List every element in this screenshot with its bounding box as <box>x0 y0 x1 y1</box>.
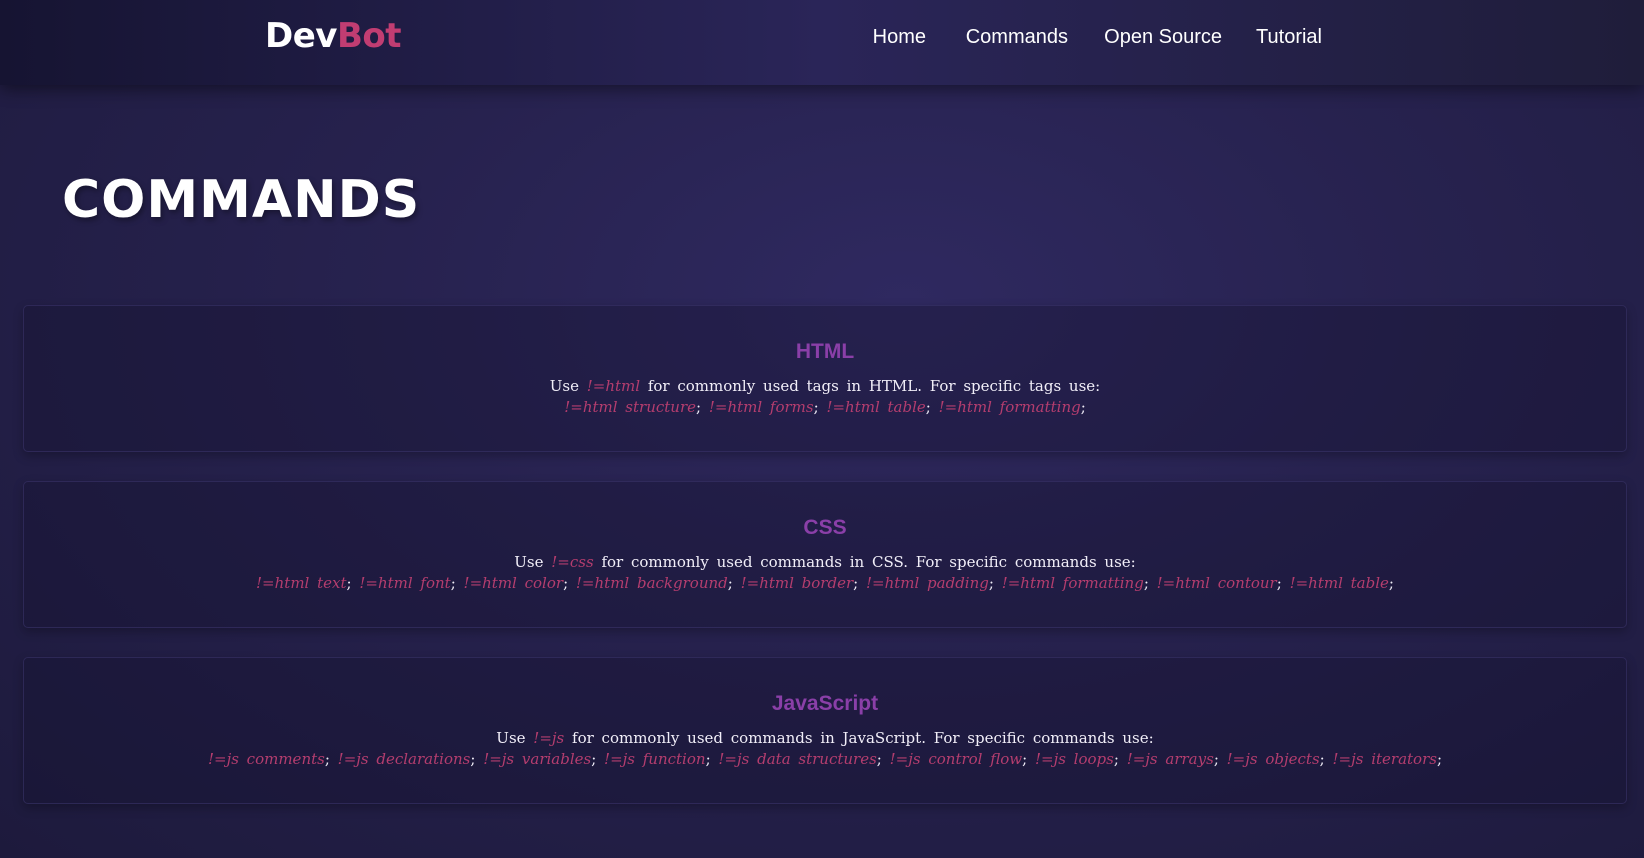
command-list: !=html text; !=html font; !=html color; … <box>24 573 1626 594</box>
nav-home-link[interactable]: Home <box>873 26 926 49</box>
command-separator: ; <box>1436 750 1443 768</box>
command-separator: ; <box>1213 750 1219 768</box>
section-title: JavaScript <box>771 692 879 715</box>
command-separator: ; <box>324 750 330 768</box>
command-item: !=html contour <box>1156 574 1277 592</box>
command-item: !=html padding <box>865 574 989 592</box>
command-item: !=js data structures <box>718 750 877 768</box>
command-separator: ; <box>1143 574 1149 592</box>
command-item: !=js comments <box>207 750 325 768</box>
command-item: !=js control flow <box>889 750 1023 768</box>
nav-commands-link[interactable]: Commands <box>966 26 1068 49</box>
command-separator: ; <box>876 750 882 768</box>
main-command: !=html <box>586 377 641 395</box>
command-separator: ; <box>1113 750 1119 768</box>
logo-bot: Bot <box>336 16 402 56</box>
command-separator: ; <box>727 574 733 592</box>
section-description: Use !=js for commonly used commands in J… <box>24 728 1626 749</box>
command-separator: ; <box>470 750 476 768</box>
logo[interactable]: DevBot <box>265 16 401 56</box>
command-separator: ; <box>346 574 352 592</box>
command-list: !=js comments; !=js declarations; !=js v… <box>24 749 1626 770</box>
command-item: !=html border <box>740 574 854 592</box>
css-section-card: CSS Use !=css for commonly used commands… <box>23 481 1627 628</box>
command-separator: ; <box>1080 398 1086 416</box>
command-item: !=html structure <box>564 398 696 416</box>
command-item: !=js declarations <box>337 750 471 768</box>
command-item: !=html text <box>256 574 347 592</box>
command-separator: ; <box>1276 574 1282 592</box>
command-separator: ; <box>1319 750 1325 768</box>
command-item: !=html table <box>826 398 926 416</box>
html-section-card: HTML Use !=html for commonly used tags i… <box>23 305 1627 452</box>
command-separator: ; <box>591 750 597 768</box>
command-item: !=html background <box>575 574 728 592</box>
use-word: Use <box>549 377 579 395</box>
command-item: !=js loops <box>1034 750 1114 768</box>
command-separator: ; <box>450 574 456 592</box>
description-text: for commonly used tags in HTML. For spec… <box>647 377 1101 395</box>
main-command: !=js <box>533 729 565 747</box>
command-item: !=html formatting <box>1001 574 1144 592</box>
command-separator: ; <box>988 574 994 592</box>
navbar: DevBot Home Commands Open Source Tutoria… <box>0 0 1644 85</box>
command-item: !=html font <box>359 574 451 592</box>
description-text: for commonly used commands in JavaScript… <box>572 729 1154 747</box>
command-separator: ; <box>563 574 569 592</box>
nav-open-source-link[interactable]: Open Source <box>1104 26 1222 49</box>
main-command: !=css <box>551 553 594 571</box>
javascript-section-card: JavaScript Use !=js for commonly used co… <box>23 657 1627 804</box>
command-separator: ; <box>1388 574 1394 592</box>
command-separator: ; <box>813 398 819 416</box>
nav-tutorial-link[interactable]: Tutorial <box>1256 26 1322 49</box>
command-item: !=html formatting <box>938 398 1081 416</box>
command-item: !=html table <box>1289 574 1389 592</box>
command-item: !=js arrays <box>1126 750 1214 768</box>
command-separator: ; <box>925 398 931 416</box>
use-word: Use <box>496 729 526 747</box>
section-description: Use !=css for commonly used commands in … <box>24 552 1626 573</box>
logo-dev: Dev <box>265 16 337 56</box>
command-separator: ; <box>705 750 711 768</box>
command-separator: ; <box>853 574 859 592</box>
section-title: CSS <box>803 516 847 539</box>
section-description: Use !=html for commonly used tags in HTM… <box>24 376 1626 397</box>
command-separator: ; <box>1022 750 1028 768</box>
use-word: Use <box>514 553 544 571</box>
page-title: COMMANDS <box>62 170 421 230</box>
section-title: HTML <box>795 340 855 363</box>
command-item: !=html forms <box>708 398 814 416</box>
command-item: !=js function <box>604 750 706 768</box>
command-list: !=html structure; !=html forms; !=html t… <box>24 397 1626 418</box>
command-item: !=js objects <box>1226 750 1320 768</box>
command-item: !=html color <box>463 574 564 592</box>
command-item: !=js variables <box>483 750 592 768</box>
command-separator: ; <box>696 398 702 416</box>
description-text: for commonly used commands in CSS. For s… <box>601 553 1136 571</box>
command-item: !=js iterators <box>1332 750 1437 768</box>
